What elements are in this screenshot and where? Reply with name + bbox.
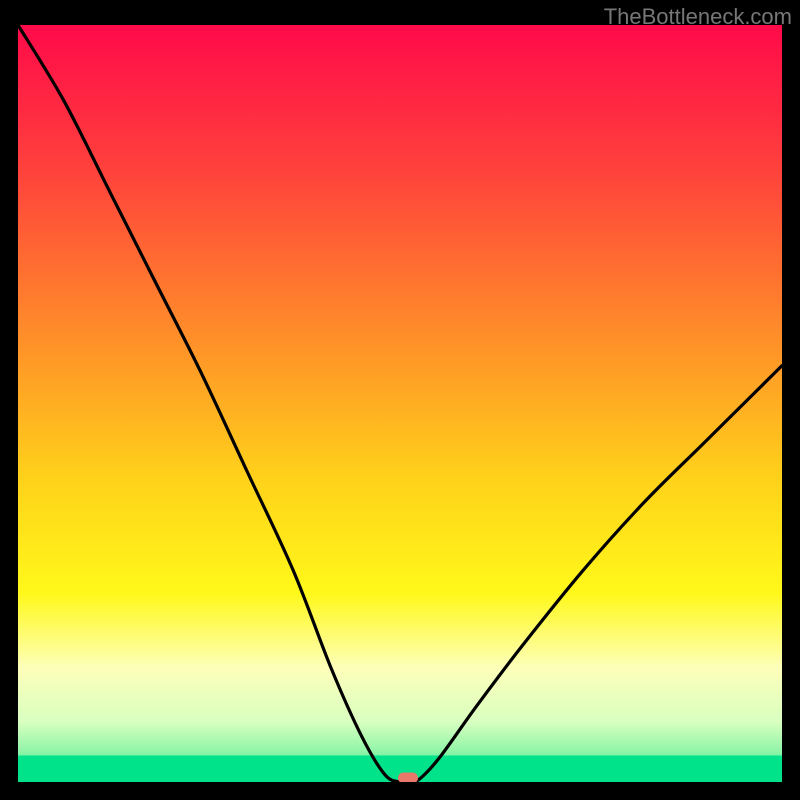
optimal-marker [398,773,418,783]
chart-background [18,25,782,782]
chart-area [18,25,782,782]
